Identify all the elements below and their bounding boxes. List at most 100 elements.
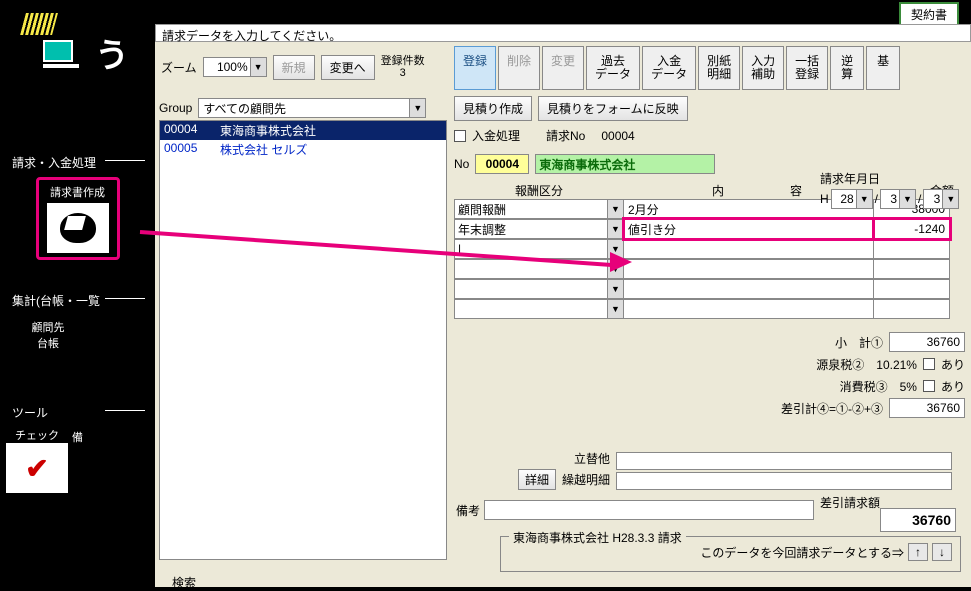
tax1-checkbox[interactable] (923, 358, 935, 370)
memo-input[interactable] (484, 500, 814, 520)
month-input[interactable] (881, 192, 899, 206)
tab-delete[interactable]: 削除 (498, 46, 540, 90)
deposit-checkbox[interactable] (454, 130, 466, 142)
cell-type[interactable]: 顧問報酬 (454, 199, 608, 219)
table-row: | ▼ (454, 239, 965, 259)
cell-content[interactable] (624, 279, 874, 299)
sidebar-item-label: 顧問先 台帳 (10, 319, 86, 351)
tab-assist[interactable]: 入力 補助 (742, 46, 784, 90)
tab-register[interactable]: 登録 (454, 46, 496, 90)
day-input[interactable] (924, 192, 942, 206)
sidebar-item-label: 請求書作成 (43, 184, 113, 200)
cell-amount[interactable] (874, 299, 950, 319)
section-billing: 請求・入金処理 (0, 150, 155, 171)
sidebar-item-invoice[interactable]: 請求書作成 (36, 177, 120, 260)
cell-type[interactable]: 年末調整 (454, 219, 608, 239)
detail-button[interactable]: 詳細 (518, 469, 556, 490)
no-label: No (454, 157, 469, 171)
subtotal-label: 小 計① (723, 334, 883, 351)
zoom-combo[interactable]: ▼ (203, 57, 267, 77)
list-item[interactable]: 00004 東海商事株式会社 (160, 121, 446, 140)
chevron-down-icon[interactable]: ▼ (409, 99, 425, 117)
cell-content[interactable] (624, 239, 874, 259)
chevron-down-icon[interactable]: ▼ (250, 58, 266, 76)
tab-base[interactable]: 基 (866, 46, 900, 90)
era-label: H (820, 192, 829, 206)
carry-label: 繰越明細 (562, 473, 610, 487)
fieldset-legend: 東海商事株式会社 H28.3.3 請求 (509, 529, 686, 546)
billing-date-label: 請求年月日 (820, 170, 959, 187)
cell-amount[interactable] (874, 279, 950, 299)
chevron-down-icon[interactable]: ▼ (608, 219, 624, 239)
record-count: 登録件数 3 (381, 55, 425, 79)
col-header-type: 報酬区分 (454, 182, 624, 199)
up-button[interactable]: ↑ (908, 543, 928, 561)
check-icon: ✔ (6, 443, 68, 493)
chevron-down-icon[interactable]: ▼ (608, 279, 624, 299)
list-code: 00004 (164, 122, 220, 139)
chevron-down-icon[interactable]: ▼ (856, 190, 872, 208)
tab-bar: 登録 削除 変更 過去 データ 入金 データ 別紙 明細 入力 補助 一括 登録… (454, 46, 900, 90)
tax1-label: 源泉税② 10.21% (757, 356, 917, 373)
year-input[interactable] (832, 192, 856, 206)
list-name: 株式会社 セルズ (220, 141, 307, 158)
month-combo[interactable]: ▼ (880, 189, 916, 209)
advance-input[interactable] (616, 452, 952, 470)
current-invoice-fieldset: 東海商事株式会社 H28.3.3 請求 このデータを今回請求データとする⇒ ↑ … (500, 536, 961, 572)
set-current-label: このデータを今回請求データとする⇒ (700, 544, 904, 561)
sidebar-item-label: チェック (6, 427, 68, 443)
carry-input[interactable] (616, 472, 952, 490)
group-input[interactable] (199, 101, 409, 115)
cell-content[interactable] (624, 299, 874, 319)
table-row: ▼ (454, 299, 965, 319)
tab-detail[interactable]: 別紙 明細 (698, 46, 740, 90)
no-input[interactable] (475, 154, 529, 174)
final-amount-value: 36760 (880, 508, 956, 532)
annotation-arrowhead (610, 252, 632, 272)
new-button[interactable]: 新規 (273, 55, 315, 80)
tab-deposit[interactable]: 入金 データ (642, 46, 696, 90)
tax2-checkbox[interactable] (923, 380, 935, 392)
chevron-down-icon[interactable]: ▼ (608, 199, 624, 219)
cell-amount[interactable]: -1240 (874, 219, 950, 239)
quote-create-button[interactable]: 見積り作成 (454, 96, 532, 121)
client-list[interactable]: 00004 東海商事株式会社 00005 株式会社 セルズ (159, 120, 447, 560)
year-combo[interactable]: ▼ (831, 189, 873, 209)
list-item[interactable]: 00005 株式会社 セルズ (160, 140, 446, 159)
tax2-chk-label: あり (941, 378, 965, 395)
window-title: 請求データを入力してください。 (155, 24, 971, 42)
final-amount-label: 差引請求額 (820, 494, 880, 511)
cell-content[interactable]: 値引き分 (624, 219, 874, 239)
tax2-label: 消費税③ 5% (757, 378, 917, 395)
client-name-input[interactable] (535, 154, 715, 174)
sidebar-item-ledger[interactable]: 顧問先 台帳 (6, 315, 90, 358)
day-combo[interactable]: ▼ (923, 189, 959, 209)
cell-content[interactable] (624, 259, 874, 279)
change-button[interactable]: 変更へ (321, 55, 375, 80)
tab-batch[interactable]: 一括 登録 (786, 46, 828, 90)
chevron-down-icon[interactable]: ▼ (942, 190, 958, 208)
tax1-chk-label: あり (941, 356, 965, 373)
table-row: ▼ (454, 259, 965, 279)
sidebar-item-other[interactable]: 備 (72, 427, 83, 493)
zoom-input[interactable] (204, 60, 250, 74)
group-combo[interactable]: ▼ (198, 98, 426, 118)
app-sidebar: う 請求・入金処理 請求書作成 集計(台帳・一覧 顧問先 台帳 ツール チェック… (0, 0, 155, 587)
quote-reflect-button[interactable]: 見積りをフォームに反映 (538, 96, 688, 121)
table-row: ▼ (454, 279, 965, 299)
cell-amount[interactable] (874, 259, 950, 279)
down-button[interactable]: ↓ (932, 543, 952, 561)
diff-label: 差引計④=①-②+③ (723, 400, 883, 417)
cell-type[interactable] (454, 279, 608, 299)
sidebar-item-check[interactable]: チェック ✔ (6, 427, 68, 493)
tab-change[interactable]: 変更 (542, 46, 584, 90)
chevron-down-icon[interactable]: ▼ (608, 299, 624, 319)
invoice-icon (47, 203, 109, 253)
chevron-down-icon[interactable]: ▼ (899, 190, 915, 208)
tab-past[interactable]: 過去 データ (586, 46, 640, 90)
advance-label: 立替他 (500, 450, 610, 469)
cell-amount[interactable] (874, 239, 950, 259)
cell-type[interactable] (454, 299, 608, 319)
tab-reverse[interactable]: 逆 算 (830, 46, 864, 90)
group-label: Group (159, 101, 192, 115)
